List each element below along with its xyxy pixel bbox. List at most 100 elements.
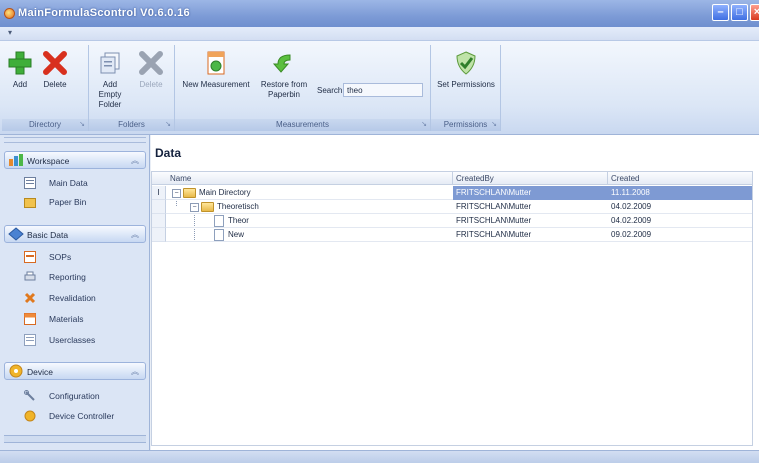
navigation-pane-overflow[interactable] [4,435,146,443]
sidebar-item-userclasses[interactable]: Userclasses [10,332,144,348]
restore-from-paperbin-label: Restore from Paperbin [260,80,308,99]
status-bar [0,450,759,463]
dialog-launcher-icon[interactable]: ↘ [79,119,85,131]
sidebar-item-paper-bin[interactable]: Paper Bin [10,194,144,210]
ribbon-group-permissions: Set Permissions Permissions ↘ [431,45,501,131]
restore-from-paperbin-button[interactable]: Restore from Paperbin [255,49,313,100]
quick-access-toolbar: ▾ [0,27,759,41]
grey-x-icon [139,51,163,75]
column-header-created[interactable]: Created [611,174,639,183]
navigation-pane-grip[interactable] [4,137,146,143]
printer-icon [24,271,36,281]
cell-name: Theoretisch [217,202,259,211]
folder-copy-icon [100,52,120,74]
row-selector[interactable] [152,214,166,228]
delete-button-label: Delete [43,80,67,89]
collapse-node-icon[interactable]: − [190,203,199,212]
new-measurement-label: New Measurement [182,80,250,89]
cell-created: 04.02.2009 [611,202,652,211]
sidebar-group-device[interactable]: Device ︽ [4,362,146,380]
document-icon [214,215,224,227]
main-data-icon [24,177,36,189]
column-header-name[interactable]: Name [170,174,191,183]
close-button[interactable]: × [750,4,759,21]
ribbon-group-folders: Add Empty Folder Delete Folders ↘ [89,45,175,131]
device-icon [9,364,23,378]
title-bar: MainFormulaScontrol V0.6.0.16 – □ × [0,0,759,27]
maximize-icon: □ [736,6,743,18]
minimize-button[interactable]: – [712,4,729,21]
new-measurement-button[interactable]: New Measurement [179,49,253,90]
delete-folder-label: Delete [139,80,163,89]
add-button[interactable]: Add [6,49,34,90]
cell-created: 11.11.2008 [611,188,650,197]
wrench-icon [24,390,35,401]
userclasses-icon [24,334,36,346]
navigation-pane: Workspace ︽ Main Data Paper Bin Basic Da… [0,135,150,450]
cell-created-by: FRITSCHLAN\Mutter [456,202,532,211]
sidebar-group-workspace[interactable]: Workspace ︽ [4,151,146,169]
dialog-launcher-icon[interactable]: ↘ [491,119,497,131]
app-window: MainFormulaScontrol V0.6.0.16 – □ × ▾ Ad… [0,0,759,463]
delete-folder-button[interactable]: Delete [133,49,169,90]
sidebar-item-configuration[interactable]: Configuration [10,388,144,404]
data-tree-grid: Name CreatedBy Created I − Main Director… [151,171,753,446]
materials-icon [24,313,36,325]
row-indicator[interactable]: I [152,186,166,200]
ribbon-group-label-directory: Directory ↘ [2,119,88,131]
dialog-launcher-icon[interactable]: ↘ [421,119,427,131]
restore-arrow-icon [272,54,291,73]
sidebar-item-reporting[interactable]: Reporting [10,269,144,285]
ribbon: Add Delete Directory ↘ Add Empty Folder D… [0,41,759,135]
shield-check-icon [456,51,476,75]
ribbon-group-label-measurements: Measurements ↘ [175,119,430,131]
set-permissions-label: Set Permissions [437,80,495,89]
row-selector[interactable] [152,228,166,242]
ribbon-group-label-permissions: Permissions ↘ [431,119,500,131]
set-permissions-button[interactable]: Set Permissions [435,49,497,90]
sidebar-item-materials[interactable]: Materials [10,311,144,327]
document-icon [214,229,224,241]
table-row[interactable]: Theor FRITSCHLAN\Mutter 04.02.2009 [166,214,752,228]
folder-icon [24,198,36,208]
collapse-node-icon[interactable]: − [172,189,181,198]
cell-name: Main Directory [199,188,251,197]
minimize-icon: – [717,6,724,18]
delete-button[interactable]: Delete [38,49,72,90]
search-input[interactable] [343,83,423,97]
plus-icon [8,51,32,75]
cell-name: Theor [228,216,249,225]
sidebar-item-main-data[interactable]: Main Data [10,175,144,191]
table-row[interactable]: − Theoretisch FRITSCHLAN\Mutter 04.02.20… [166,200,752,214]
grid-header: Name CreatedBy Created [152,172,752,185]
maximize-button[interactable]: □ [731,4,748,21]
quick-access-dropdown-icon[interactable]: ▾ [8,28,12,37]
window-title: MainFormulaScontrol V0.6.0.16 [18,7,190,19]
table-row[interactable]: − Main Directory FRITSCHLAN\Mutter 11.11… [166,186,752,200]
close-icon: × [753,6,759,18]
sidebar-item-revalidation[interactable]: Revalidation [10,290,144,306]
cell-created: 09.02.2009 [611,230,652,239]
search-label: Search [317,86,343,95]
revalidation-icon [24,292,36,304]
folder-icon [201,202,214,212]
sidebar-item-sops[interactable]: SOPs [10,249,144,265]
folder-icon [183,188,196,198]
page-title: Data [155,146,182,160]
sop-icon [24,251,36,263]
cell-created-by: FRITSCHLAN\Mutter [456,216,532,225]
sidebar-item-device-controller[interactable]: Device Controller [10,408,144,424]
table-row[interactable]: New FRITSCHLAN\Mutter 09.02.2009 [166,228,752,242]
collapse-icon: ︽ [131,156,139,165]
row-selector[interactable] [152,200,166,214]
device-controller-icon [24,410,36,422]
cell-created-by: FRITSCHLAN\Mutter [456,230,532,239]
red-x-icon [43,51,67,75]
cell-created: 04.02.2009 [611,216,652,225]
add-empty-folder-button[interactable]: Add Empty Folder [91,49,129,110]
dialog-launcher-icon[interactable]: ↘ [165,119,171,131]
column-header-created-by[interactable]: CreatedBy [456,174,494,183]
add-button-label: Add [12,80,28,89]
sidebar-group-basic-data[interactable]: Basic Data ︽ [4,225,146,243]
basic-data-icon [8,227,24,241]
